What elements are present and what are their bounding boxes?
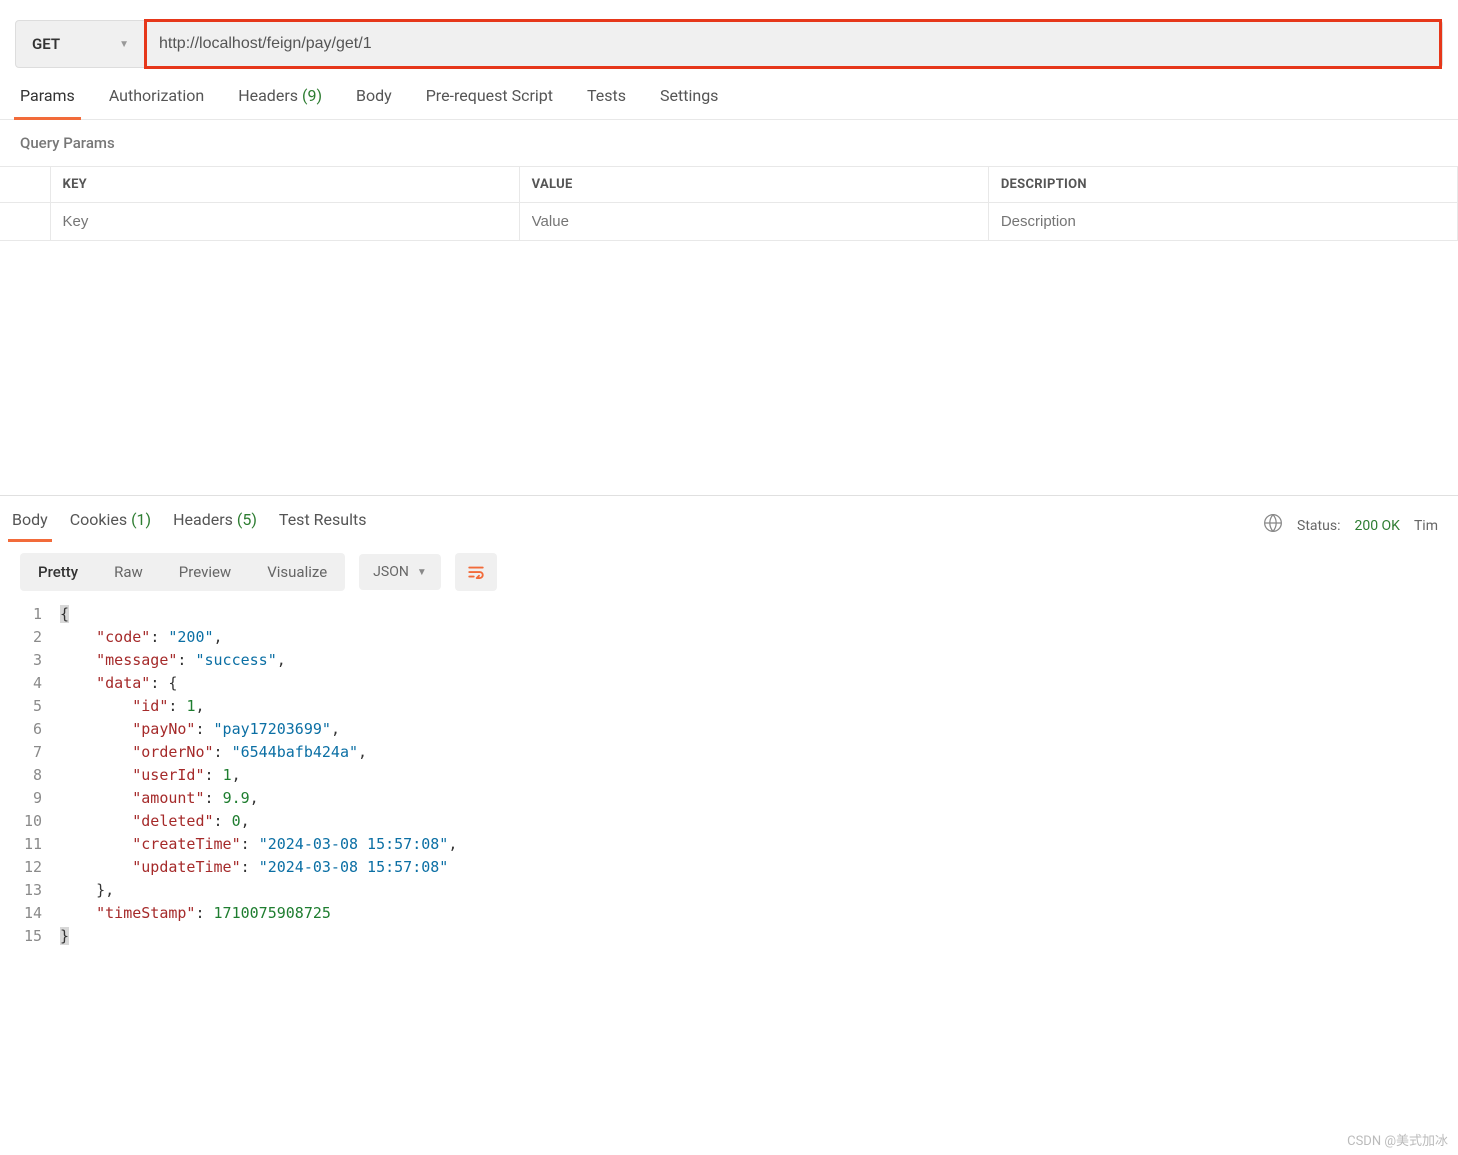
query-params-label: Query Params <box>0 120 1458 166</box>
code-line: 3 "message": "success", <box>20 649 1438 672</box>
view-preview[interactable]: Preview <box>161 553 249 591</box>
tab-params[interactable]: Params <box>20 86 75 119</box>
params-value-header: VALUE <box>519 167 988 203</box>
params-row-checkbox[interactable] <box>0 203 50 241</box>
response-tabs: Body Cookies (1) Headers (5) Test Results S… <box>0 496 1458 541</box>
tab-authorization[interactable]: Authorization <box>109 86 204 119</box>
code-line: 4 "data": { <box>20 672 1438 695</box>
chevron-down-icon: ▼ <box>417 567 427 578</box>
globe-icon[interactable] <box>1263 513 1283 538</box>
format-select[interactable]: JSON ▼ <box>359 554 441 590</box>
view-mode-group: PrettyRawPreviewVisualize <box>20 553 345 591</box>
code-line: 12 "updateTime": "2024-03-08 15:57:08" <box>20 856 1438 879</box>
status-area: Status: 200 OK Tim <box>1263 513 1438 538</box>
code-line: 8 "userId": 1, <box>20 764 1438 787</box>
status-value: 200 OK <box>1354 518 1400 534</box>
response-body[interactable]: 1{2 "code": "200",3 "message": "success"… <box>0 603 1458 968</box>
url-input-wrapper <box>144 19 1442 69</box>
chevron-down-icon: ▼ <box>119 39 129 50</box>
watermark: CSDN @美式加冰 <box>1347 1130 1448 1149</box>
params-checkbox-header <box>0 167 50 203</box>
wrap-icon <box>467 565 485 579</box>
code-line: 7 "orderNo": "6544bafb424a", <box>20 741 1438 764</box>
code-line: 14 "timeStamp": 1710075908725 <box>20 902 1438 925</box>
http-method-label: GET <box>32 35 60 53</box>
code-line: 13 }, <box>20 879 1438 902</box>
code-line: 15} <box>20 925 1438 948</box>
code-line: 1{ <box>20 603 1438 626</box>
request-tabs: Params Authorization Headers (9) Body Pre-re… <box>0 68 1458 120</box>
tab-headers[interactable]: Headers (9) <box>238 86 322 119</box>
view-toolbar: PrettyRawPreviewVisualize JSON ▼ <box>0 541 1458 603</box>
code-line: 6 "payNo": "pay17203699", <box>20 718 1438 741</box>
params-table: KEY VALUE DESCRIPTION <box>0 166 1458 241</box>
spacer <box>0 241 1458 496</box>
view-pretty[interactable]: Pretty <box>20 553 96 591</box>
response-tab-body[interactable]: Body <box>12 510 48 541</box>
code-line: 2 "code": "200", <box>20 626 1438 649</box>
params-desc-input[interactable] <box>1001 213 1445 230</box>
params-key-header: KEY <box>50 167 519 203</box>
params-desc-header: DESCRIPTION <box>988 167 1457 203</box>
response-tab-headers[interactable]: Headers (5) <box>173 510 257 541</box>
params-value-input[interactable] <box>532 213 976 230</box>
response-tab-test-results[interactable]: Test Results <box>279 510 367 541</box>
wrap-lines-button[interactable] <box>455 553 497 591</box>
time-label: Tim <box>1414 518 1438 534</box>
http-method-select[interactable]: GET ▼ <box>16 21 146 67</box>
code-line: 10 "deleted": 0, <box>20 810 1438 833</box>
response-tab-cookies[interactable]: Cookies (1) <box>70 510 151 541</box>
url-input[interactable] <box>159 23 1427 65</box>
tab-tests[interactable]: Tests <box>587 86 626 119</box>
params-key-input[interactable] <box>63 213 507 230</box>
format-label: JSON <box>373 564 409 580</box>
tab-settings[interactable]: Settings <box>660 86 718 119</box>
status-label: Status: <box>1297 518 1340 534</box>
params-row <box>0 203 1458 241</box>
view-raw[interactable]: Raw <box>96 553 161 591</box>
view-visualize[interactable]: Visualize <box>249 553 345 591</box>
tab-body[interactable]: Body <box>356 86 392 119</box>
request-bar: GET ▼ <box>15 20 1443 68</box>
code-line: 11 "createTime": "2024-03-08 15:57:08", <box>20 833 1438 856</box>
tab-pre-request-script[interactable]: Pre-request Script <box>426 86 553 119</box>
code-line: 9 "amount": 9.9, <box>20 787 1438 810</box>
code-line: 5 "id": 1, <box>20 695 1438 718</box>
